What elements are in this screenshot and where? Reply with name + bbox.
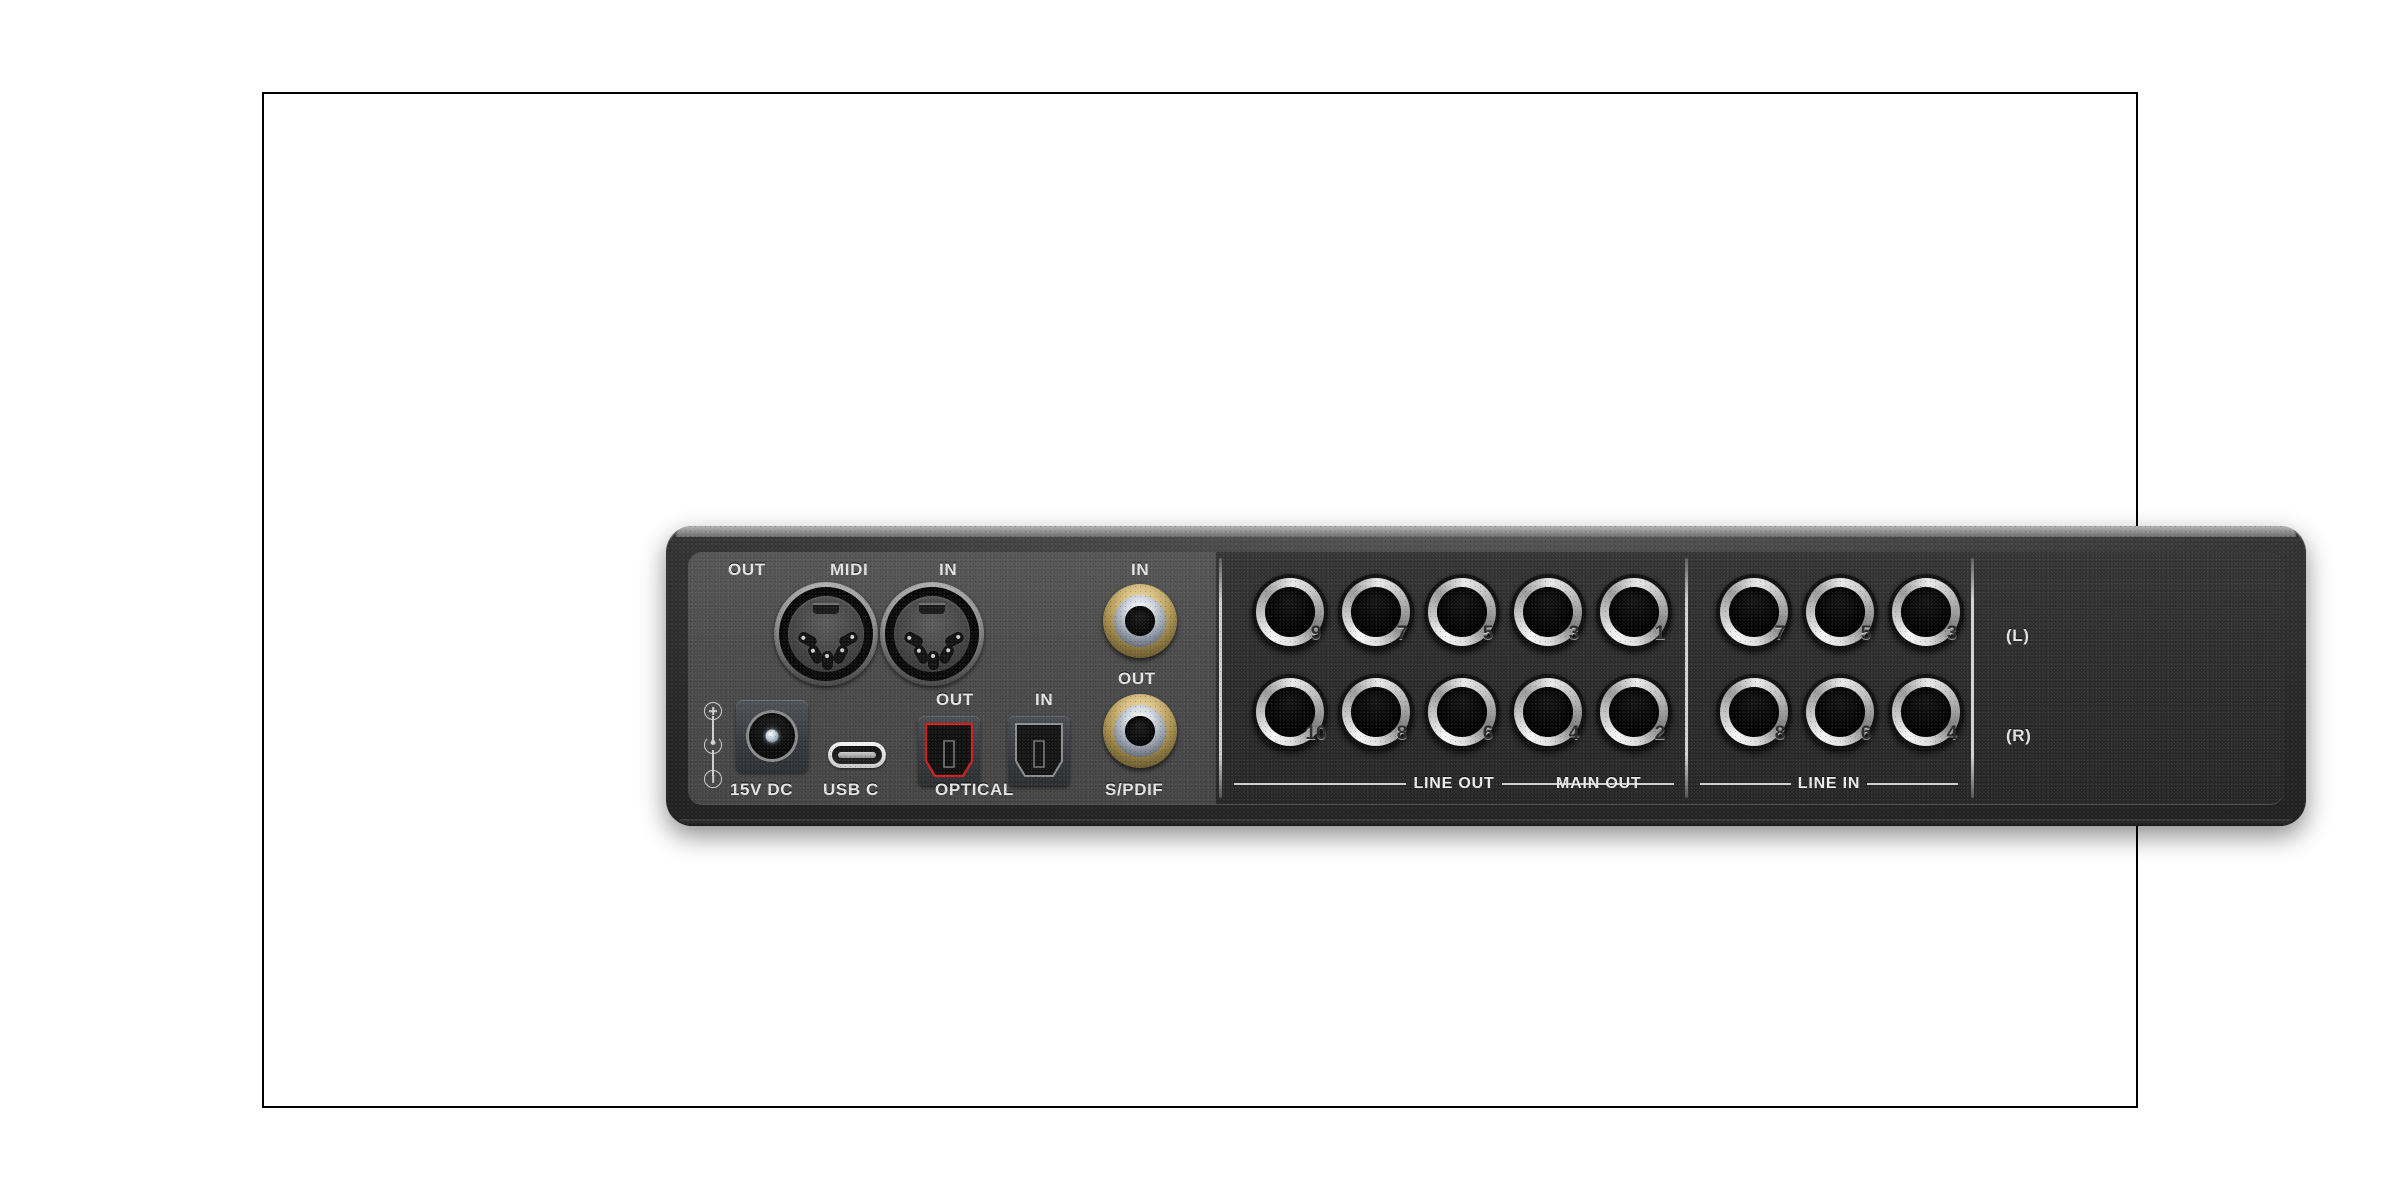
jack-line-in-4[interactable]: 4 [1888, 674, 1981, 777]
jack-line-in-5[interactable]: 5 [1802, 574, 1895, 677]
jack-number: 10 [1305, 723, 1327, 744]
optical-out-label: OUT [936, 690, 974, 709]
jack-line-out-5[interactable]: 5 [1424, 574, 1517, 677]
jack-number: 8 [1774, 723, 1786, 744]
line-out-text: LINE OUT [1413, 775, 1495, 792]
image-frame: OUT MIDI IN 15V DC USB C OUT IN OPTICAL … [262, 92, 2306, 1108]
left-connector-panel: OUT MIDI IN 15V DC USB C OUT IN OPTICAL … [688, 552, 1216, 804]
chassis-top-bevel [676, 526, 2296, 537]
jack-line-out-6[interactable]: 6 [1424, 674, 1517, 777]
din-notch [919, 603, 945, 614]
divider-before-line-in [1685, 558, 1688, 798]
optical-in-label: IN [1035, 690, 1054, 709]
jack-line-out-9[interactable]: 9 [1252, 574, 1345, 677]
din-body [894, 596, 970, 672]
line-in-group-label: LINE IN [1700, 775, 1958, 792]
toslink-shape-in [1015, 723, 1063, 777]
jack-number: 5 [1860, 623, 1872, 644]
midi-in-din-port[interactable] [880, 582, 984, 686]
jack-line-out-4[interactable]: 4 [1510, 674, 1603, 777]
jack-main-out-2[interactable]: 2 [1596, 674, 1689, 777]
jack-number: 3 [1568, 623, 1580, 644]
jack-number: 1 [1654, 623, 1666, 644]
din-pin-3 [912, 643, 931, 666]
dc-jack-pin [765, 729, 779, 743]
usb-c-port[interactable] [828, 742, 886, 768]
midi-in-label: IN [939, 560, 958, 579]
midi-out-din-port[interactable] [774, 582, 878, 686]
jack-main-out-1[interactable]: 1 [1596, 574, 1689, 677]
din-pin-4 [937, 643, 956, 666]
spdif-in-rca-port[interactable] [1103, 584, 1177, 658]
dc-power-label: 15V DC [730, 780, 794, 799]
din-pin-5 [928, 651, 939, 670]
din-pin-2 [943, 630, 966, 649]
jack-line-out-8[interactable]: 8 [1338, 674, 1431, 777]
divider-before-line-out [1219, 558, 1222, 798]
spdif-out-rca-port[interactable] [1103, 694, 1177, 768]
divider-before-channel-markers [1971, 558, 1974, 798]
jack-line-out-10[interactable]: 10 [1252, 674, 1345, 777]
spdif-out-label: OUT [1118, 669, 1156, 688]
main-out-text: MAIN OUT [1556, 775, 1642, 792]
din-pin-5 [822, 651, 833, 670]
dc-power-jack[interactable] [736, 700, 808, 772]
din-notch [813, 603, 839, 614]
jack-number: 6 [1482, 723, 1494, 744]
din-pin-3 [806, 643, 825, 666]
jack-number: 7 [1396, 623, 1408, 644]
jack-number: 9 [1310, 623, 1322, 644]
jack-line-in-6[interactable]: 6 [1802, 674, 1895, 777]
din-pin-1 [902, 630, 925, 649]
optical-group-label: OPTICAL [935, 780, 1014, 799]
din-body [788, 596, 864, 672]
spdif-group-label: S/PDIF [1105, 780, 1164, 799]
line-out-group-label: LINE OUT [1234, 775, 1675, 792]
midi-out-label: OUT [728, 560, 766, 579]
spdif-in-label: IN [1131, 560, 1150, 579]
main-out-group-label: MAIN OUT [1556, 775, 1676, 792]
usb-c-label: USB C [823, 780, 879, 799]
toslink-shape-out [924, 722, 974, 778]
optical-in-toslink-port[interactable] [1008, 716, 1070, 786]
device-chassis: OUT MIDI IN 15V DC USB C OUT IN OPTICAL … [666, 526, 2306, 826]
jack-number: 5 [1482, 623, 1494, 644]
line-in-text: LINE IN [1797, 775, 1861, 792]
chassis-bottom-bevel [680, 819, 2292, 826]
jack-number: 4 [1568, 723, 1580, 744]
jack-line-in-8[interactable]: 8 [1716, 674, 1809, 777]
din-pin-4 [831, 643, 850, 666]
jack-number: 8 [1396, 723, 1408, 744]
channel-right-label: (R) [2006, 726, 2032, 745]
channel-left-label: (L) [2006, 626, 2030, 645]
jack-line-out-7[interactable]: 7 [1338, 574, 1431, 677]
jack-number: 6 [1860, 723, 1872, 744]
din-inner-ring [885, 587, 979, 681]
dc-polarity-icon [704, 702, 726, 788]
jack-number: 3 [1946, 623, 1958, 644]
jack-number: 2 [1654, 723, 1666, 744]
jack-line-out-3[interactable]: 3 [1510, 574, 1603, 677]
midi-group-label: MIDI [830, 560, 869, 579]
dc-jack-barrel [746, 710, 798, 762]
jack-line-in-3[interactable]: 3 [1888, 574, 1981, 677]
din-pin-1 [796, 630, 819, 649]
audio-interface-device: OUT MIDI IN 15V DC USB C OUT IN OPTICAL … [666, 526, 2306, 826]
jack-line-in-7[interactable]: 7 [1716, 574, 1809, 677]
optical-out-toslink-port[interactable] [918, 716, 980, 786]
jack-number: 4 [1946, 723, 1958, 744]
din-inner-ring [779, 587, 873, 681]
jack-panel: 9 7 5 3 1 10 8 6 4 2 7 5 3 8 6 4 (L) (R)… [1216, 552, 2284, 804]
din-pin-2 [837, 630, 860, 649]
jack-number: 7 [1774, 623, 1786, 644]
recessed-connector-panel: OUT MIDI IN 15V DC USB C OUT IN OPTICAL … [688, 552, 2284, 804]
